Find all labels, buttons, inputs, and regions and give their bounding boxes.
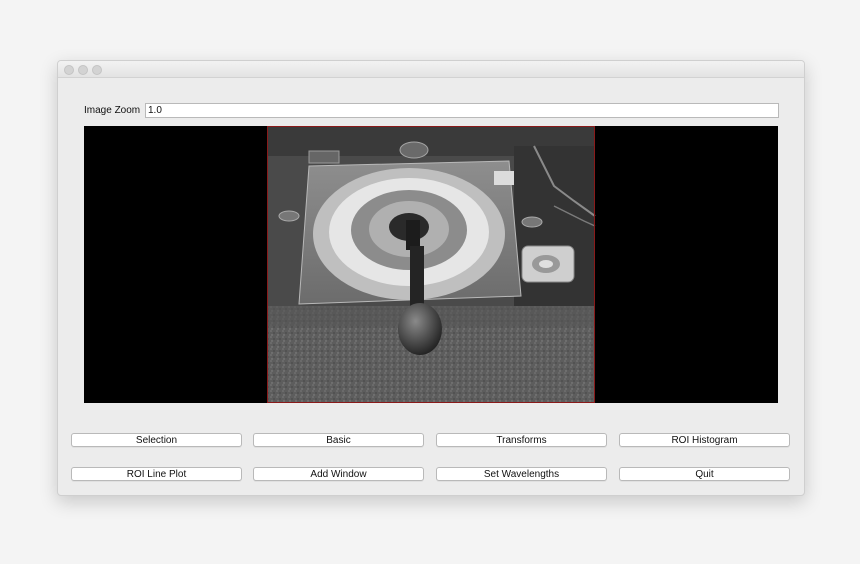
selection-button[interactable]: Selection [71, 433, 242, 447]
image-viewer[interactable] [84, 126, 778, 403]
minimize-window-button[interactable] [78, 65, 88, 75]
zoom-window-button[interactable] [92, 65, 102, 75]
image-zoom-label: Image Zoom [84, 105, 141, 116]
app-window: Image Zoom 1.0 Selection Basic Transform… [57, 60, 805, 496]
close-window-button[interactable] [64, 65, 74, 75]
image-canvas [267, 126, 596, 403]
quit-button[interactable]: Quit [619, 467, 790, 481]
set-wavelengths-button[interactable]: Set Wavelengths [436, 467, 607, 481]
rover-image [267, 126, 596, 403]
basic-button[interactable]: Basic [253, 433, 424, 447]
add-window-button[interactable]: Add Window [253, 467, 424, 481]
roi-line-plot-button[interactable]: ROI Line Plot [71, 467, 242, 481]
image-zoom-input[interactable] [145, 103, 779, 118]
title-bar [58, 61, 804, 78]
roi-histogram-button[interactable]: ROI Histogram [619, 433, 790, 447]
transforms-button[interactable]: Transforms [436, 433, 607, 447]
